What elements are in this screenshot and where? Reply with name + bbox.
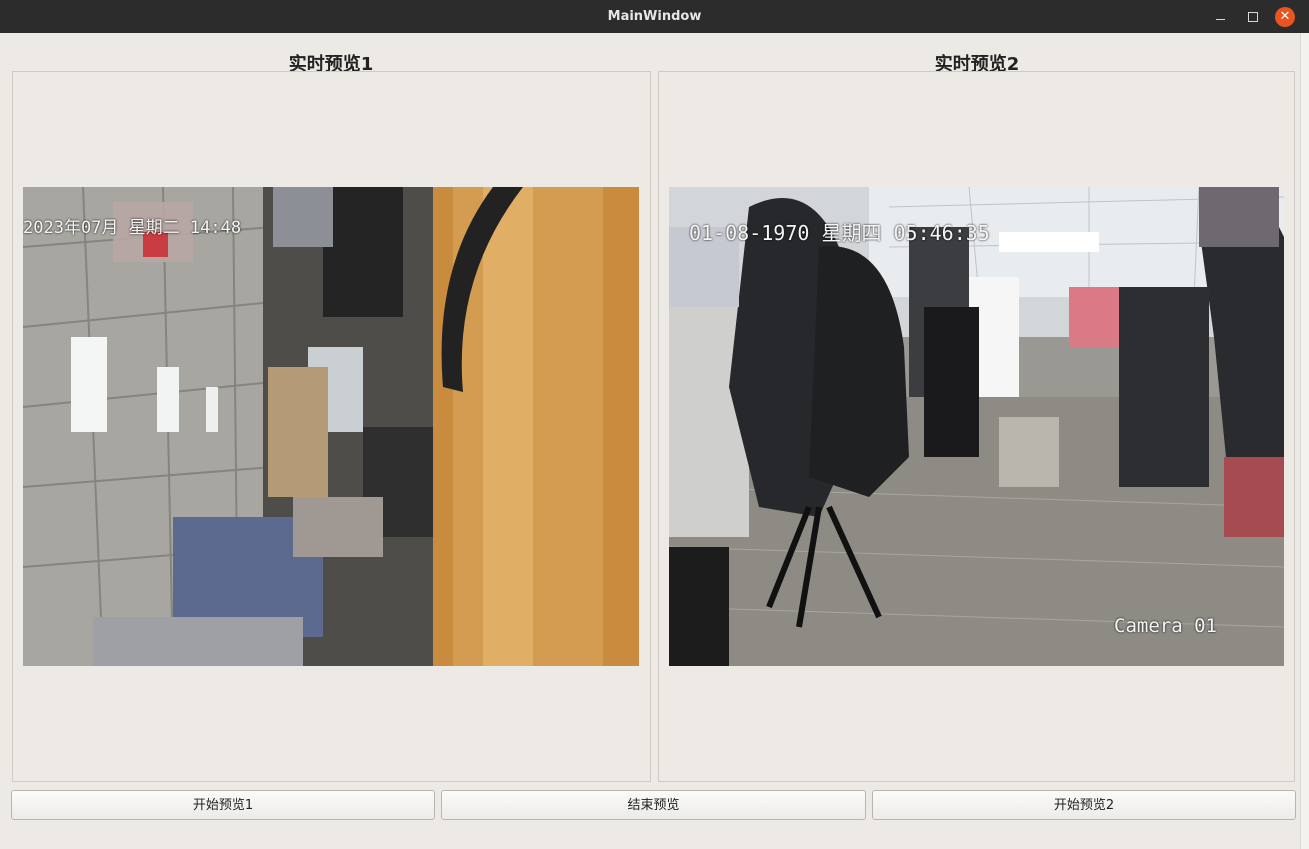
- preview2-osd: 01-08-1970 星期四 05:46:35: [689, 221, 990, 245]
- start-preview1-button[interactable]: 开始预览1: [11, 790, 435, 820]
- stop-preview-button[interactable]: 结束预览: [441, 790, 866, 820]
- title-bar: MainWindow ✕: [0, 0, 1309, 33]
- close-icon[interactable]: ✕: [1273, 0, 1297, 33]
- start-preview2-button[interactable]: 开始预览2: [872, 790, 1296, 820]
- window-title: MainWindow: [607, 9, 702, 24]
- preview2-video: 01-08-1970 星期四 05:46:35 Camera 01: [669, 187, 1284, 666]
- camera-label: Camera 01: [1114, 615, 1217, 637]
- preview1-osd: 2023年07月 星期二 14:48: [23, 218, 242, 238]
- window-edge: [1300, 33, 1309, 849]
- minimize-icon[interactable]: [1208, 0, 1232, 33]
- maximize-icon[interactable]: [1241, 0, 1265, 33]
- preview1-video: 2023年07月 星期二 14:48: [23, 187, 639, 666]
